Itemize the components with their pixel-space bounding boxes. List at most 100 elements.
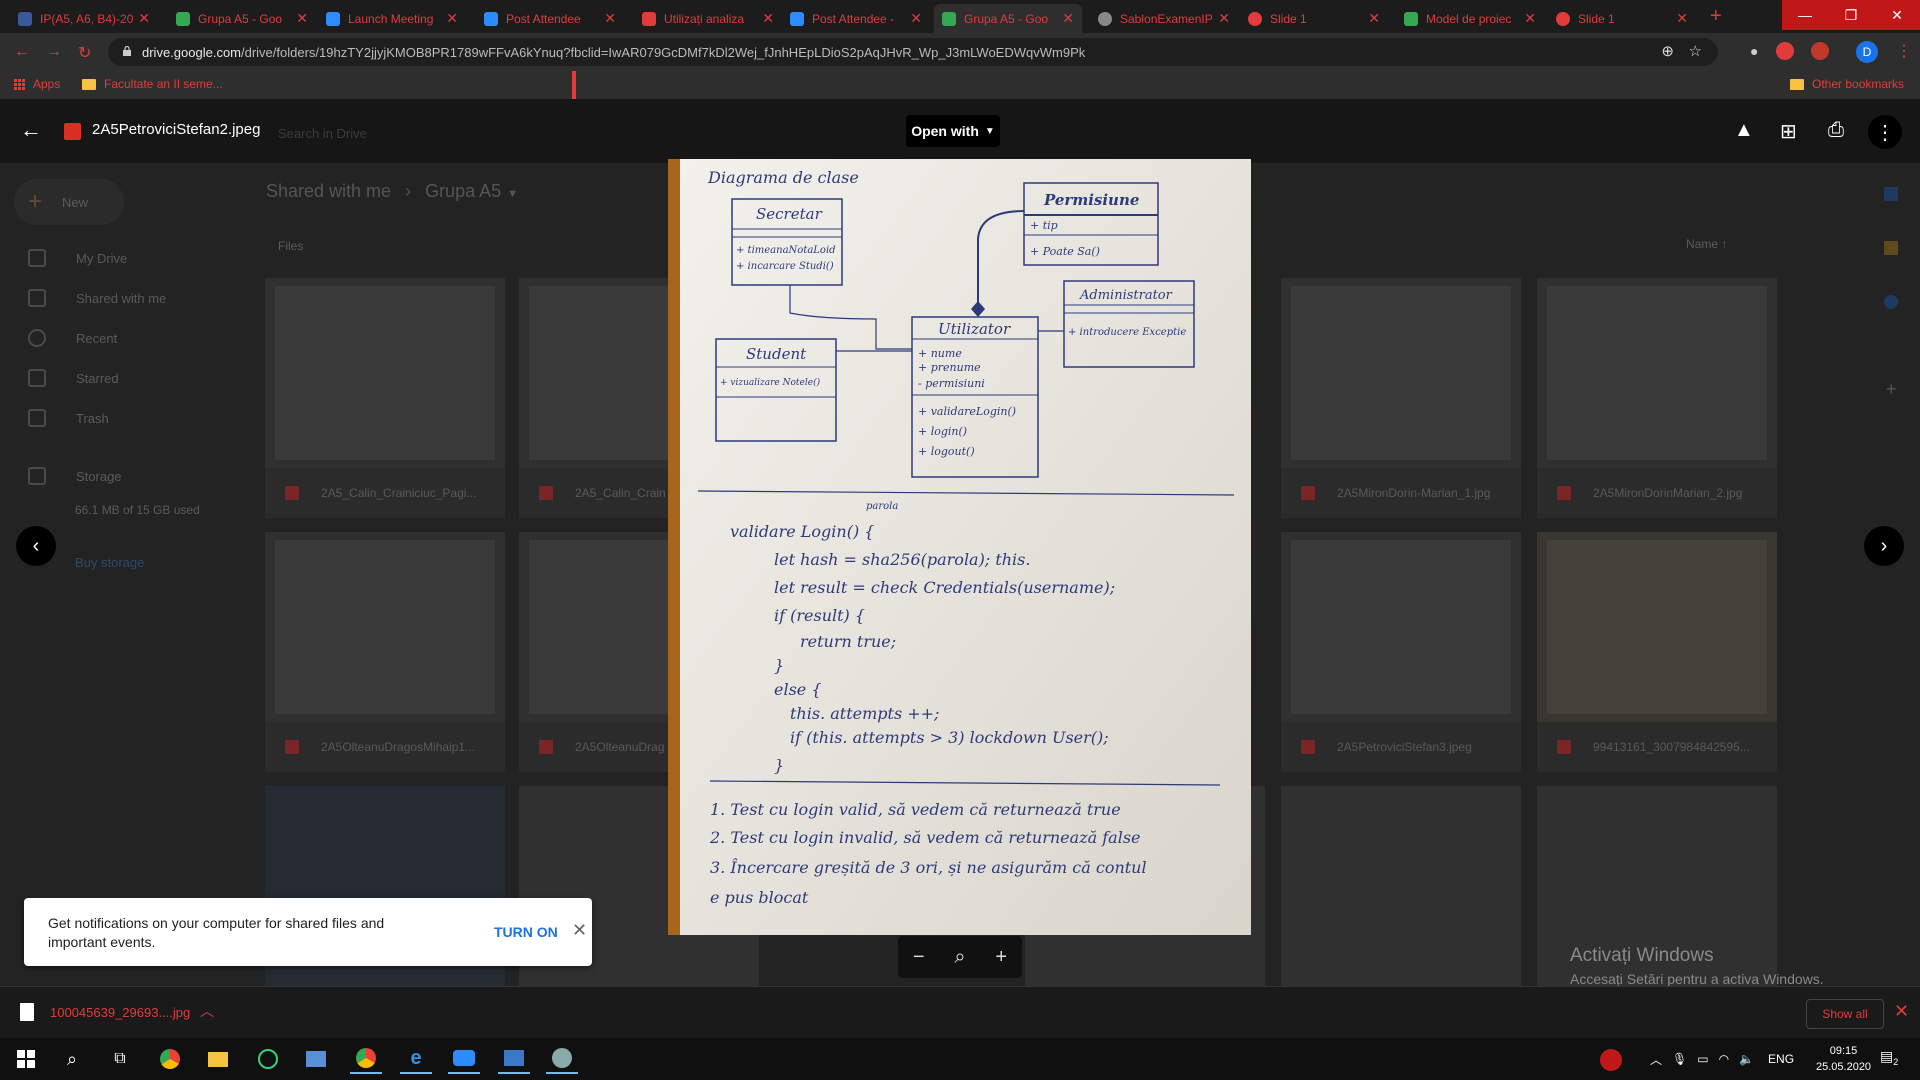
zoom-app-icon[interactable] (448, 1044, 480, 1074)
chevron-up-icon[interactable]: ︿ (200, 1001, 214, 1021)
browser-tab-active[interactable]: Grupa A5 - Goo ✕ (934, 4, 1082, 33)
extension-icon[interactable] (1776, 42, 1794, 60)
app-icon[interactable] (252, 1044, 284, 1074)
edge-icon[interactable]: e (400, 1044, 432, 1074)
app-icon[interactable] (300, 1044, 332, 1074)
close-tab-icon[interactable]: ✕ (446, 10, 458, 27)
more-actions-button[interactable]: ⋮ (1868, 115, 1902, 149)
file-caption[interactable]: 2A5PetroviciStefan3.jpeg (1281, 722, 1521, 772)
reload-button[interactable]: ↻ (78, 43, 91, 63)
browser-tab[interactable]: Launch Meeting ✕ (318, 4, 466, 33)
sidebar-item-storage[interactable]: Storage (28, 467, 122, 485)
keep-icon[interactable] (1884, 241, 1898, 255)
restore-button[interactable]: ❐ (1828, 0, 1874, 30)
add-comment-icon[interactable]: ⊞ (1780, 119, 1797, 144)
file-thumbnail[interactable] (1281, 786, 1521, 986)
volume-icon[interactable]: 🔈 (1739, 1052, 1754, 1066)
folder-bookmark[interactable]: Facultate an II seme... (82, 77, 223, 91)
file-thumbnail[interactable] (265, 532, 505, 722)
zoom-in-button[interactable]: + (995, 946, 1007, 969)
close-tab-icon[interactable]: ✕ (604, 10, 616, 27)
bookmark-star-icon[interactable]: ☆ (1689, 42, 1702, 60)
close-tab-icon[interactable]: ✕ (296, 10, 308, 27)
browser-tab[interactable]: Post Attendee ✕ (476, 4, 624, 33)
apps-bookmark[interactable]: Apps (14, 77, 60, 91)
profile-avatar[interactable]: D (1856, 41, 1878, 63)
close-shelf-icon[interactable]: ✕ (1894, 1001, 1909, 1022)
language-indicator[interactable]: ENG (1768, 1052, 1794, 1066)
previous-file-button[interactable]: ‹ (16, 526, 56, 566)
task-view-icon[interactable]: ⧉ (104, 1044, 136, 1074)
file-caption[interactable]: 99413161_3007984842595... (1537, 722, 1777, 772)
extension-icon[interactable]: ● (1750, 43, 1758, 59)
close-window-button[interactable]: ✕ (1874, 0, 1920, 30)
file-thumbnail[interactable] (1281, 532, 1521, 722)
wifi-icon[interactable]: ◠ (1719, 1052, 1729, 1066)
sidebar-item-recent[interactable]: Recent (28, 329, 117, 347)
battery-icon[interactable]: ▭ (1697, 1052, 1708, 1066)
show-all-button[interactable]: Show all (1806, 999, 1884, 1029)
browser-tab[interactable]: Grupa A5 - Goo ✕ (168, 4, 316, 33)
tray-app-icon[interactable] (1600, 1049, 1622, 1071)
sidebar-item-shared[interactable]: Shared with me (28, 289, 166, 307)
open-with-button[interactable]: Open with ▼ (906, 115, 1000, 147)
zoom-icon[interactable]: ⌕ (954, 946, 965, 969)
install-icon[interactable]: ⊕ (1661, 42, 1674, 60)
sort-label[interactable]: Name ↑ (1686, 237, 1727, 251)
file-caption[interactable]: 2A5MironDorinMarian_2.jpg (1537, 468, 1777, 518)
close-tab-icon[interactable]: ✕ (1218, 10, 1230, 27)
minimize-button[interactable]: — (1782, 0, 1828, 30)
action-center-icon[interactable]: ▤2 (1880, 1048, 1898, 1067)
download-item[interactable]: 100045639_29693....jpg (50, 1005, 190, 1020)
browser-tab[interactable]: SablonExamenIP ✕ (1090, 4, 1238, 33)
extension-icon[interactable] (1811, 42, 1829, 60)
close-tab-icon[interactable]: ✕ (1524, 10, 1536, 27)
file-caption[interactable]: 2A5_Calin_Crainiciuc_Pagi... (265, 468, 505, 518)
browser-tab[interactable]: Utilizați analiza ✕ (634, 4, 782, 33)
file-thumbnail[interactable] (1537, 532, 1777, 722)
other-bookmarks[interactable]: Other bookmarks (1790, 77, 1904, 91)
file-caption[interactable]: 2A5OlteanuDragosMihaip1... (265, 722, 505, 772)
browser-tab[interactable]: Slide 1 ✕ (1240, 4, 1388, 33)
browser-tab[interactable]: Post Attendee - ✕ (782, 4, 930, 33)
turn-on-button[interactable]: TURN ON (494, 924, 558, 940)
back-arrow-icon[interactable]: ← (20, 117, 42, 143)
browser-tab[interactable]: Slide 1 ✕ (1548, 4, 1696, 33)
menu-icon[interactable]: ⋮ (1896, 41, 1912, 61)
microphone-icon[interactable]: 🎙 (1672, 1052, 1687, 1066)
file-thumbnail[interactable] (1281, 278, 1521, 468)
close-icon[interactable]: ✕ (572, 920, 587, 941)
print-icon[interactable]: ⎙ (1828, 119, 1844, 142)
close-tab-icon[interactable]: ✕ (1676, 10, 1688, 27)
app-icon[interactable] (546, 1044, 578, 1074)
zoom-out-button[interactable]: − (913, 946, 925, 969)
sidebar-item-starred[interactable]: Starred (28, 369, 119, 387)
file-thumbnail[interactable] (265, 278, 505, 468)
new-button[interactable]: + New (14, 179, 124, 225)
sidebar-item-trash[interactable]: Trash (28, 409, 109, 427)
back-button[interactable]: ← (14, 43, 30, 61)
close-tab-icon[interactable]: ✕ (138, 10, 150, 27)
file-caption[interactable]: 2A5MironDorin-Marian_1.jpg (1281, 468, 1521, 518)
sidebar-item-my-drive[interactable]: My Drive (28, 249, 127, 267)
search-icon[interactable]: ⌕ (56, 1044, 88, 1074)
chrome-taskbar-icon[interactable] (154, 1044, 186, 1074)
close-tab-icon[interactable]: ✕ (762, 10, 774, 27)
start-button[interactable] (10, 1044, 42, 1074)
browser-tab[interactable]: IP(A5, A6, B4)-20 ✕ (10, 4, 158, 33)
tasks-icon[interactable] (1884, 295, 1898, 309)
chrome-taskbar-icon-active[interactable] (350, 1044, 382, 1074)
chevron-up-icon[interactable]: ︿ (1650, 1051, 1662, 1068)
close-tab-icon[interactable]: ✕ (910, 10, 922, 27)
calendar-icon[interactable] (1884, 187, 1898, 201)
close-tab-icon[interactable]: ✕ (1062, 10, 1074, 27)
address-bar[interactable]: drive.google.com/drive/folders/19hzTY2jj… (108, 38, 1718, 66)
buy-storage-link[interactable]: Buy storage (75, 555, 144, 570)
next-file-button[interactable]: › (1864, 526, 1904, 566)
file-explorer-icon[interactable] (202, 1044, 234, 1074)
browser-tab[interactable]: Model de proiec ✕ (1396, 4, 1544, 33)
photos-icon[interactable] (498, 1044, 530, 1074)
close-tab-icon[interactable]: ✕ (1368, 10, 1380, 27)
add-addon-icon[interactable]: + (1886, 379, 1897, 400)
clock[interactable]: 09:15 25.05.2020 (1816, 1043, 1871, 1075)
